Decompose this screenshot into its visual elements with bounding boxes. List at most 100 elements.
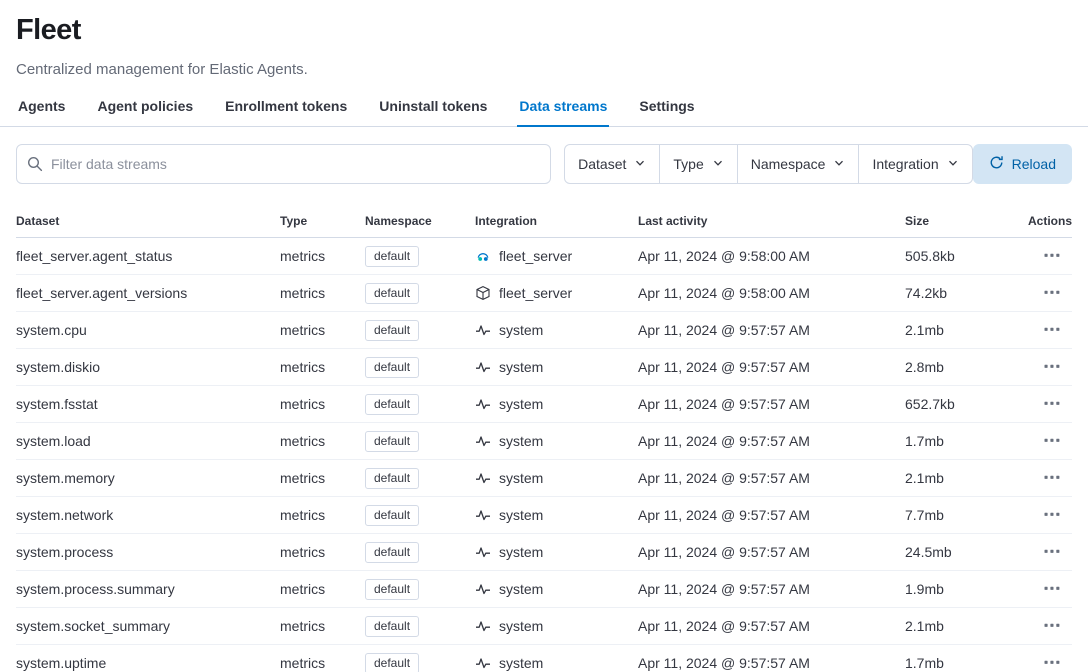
page-subtitle: Centralized management for Elastic Agent… <box>16 61 1072 78</box>
row-actions-button[interactable] <box>1040 651 1064 672</box>
cell-namespace: default <box>365 431 475 452</box>
cell-namespace: default <box>365 579 475 600</box>
cell-last-activity: Apr 11, 2024 @ 9:57:57 AM <box>638 433 905 449</box>
integration-label: system <box>499 396 543 412</box>
boxes-horizontal-icon <box>1044 543 1060 562</box>
row-actions-button[interactable] <box>1040 614 1064 638</box>
row-actions-button[interactable] <box>1040 392 1064 416</box>
row-actions-button[interactable] <box>1040 577 1064 601</box>
column-header-last-activity: Last activity <box>638 214 905 228</box>
cell-type: metrics <box>280 618 365 634</box>
cell-integration: system <box>475 322 638 338</box>
row-actions-button[interactable] <box>1040 318 1064 342</box>
system-icon <box>475 507 491 523</box>
row-actions-button[interactable] <box>1040 503 1064 527</box>
cell-dataset: system.memory <box>16 470 280 486</box>
cell-type: metrics <box>280 322 365 338</box>
cell-namespace: default <box>365 616 475 637</box>
boxes-horizontal-icon <box>1044 284 1060 303</box>
tab-enrollment-tokens[interactable]: Enrollment tokens <box>223 88 349 127</box>
cell-type: metrics <box>280 470 365 486</box>
filter-data-streams-input[interactable] <box>16 144 551 184</box>
cell-last-activity: Apr 11, 2024 @ 9:57:57 AM <box>638 396 905 412</box>
boxes-horizontal-icon <box>1044 469 1060 488</box>
type-filter-label: Type <box>673 156 703 172</box>
table-row: system.process.summary metrics default s… <box>16 571 1072 608</box>
cell-last-activity: Apr 11, 2024 @ 9:57:57 AM <box>638 581 905 597</box>
tab-agents[interactable]: Agents <box>16 88 67 127</box>
cell-integration: system <box>475 618 638 634</box>
integration-label: system <box>499 359 543 375</box>
boxes-horizontal-icon <box>1044 321 1060 340</box>
row-actions-button[interactable] <box>1040 429 1064 453</box>
row-actions-button[interactable] <box>1040 281 1064 305</box>
cell-integration: system <box>475 581 638 597</box>
cell-dataset: fleet_server.agent_versions <box>16 285 280 301</box>
cell-dataset: system.diskio <box>16 359 280 375</box>
tab-settings[interactable]: Settings <box>637 88 696 127</box>
table-row: system.process metrics default system Ap… <box>16 534 1072 571</box>
table-row: system.memory metrics default system Apr… <box>16 460 1072 497</box>
namespace-filter-dropdown[interactable]: Namespace <box>737 144 860 184</box>
row-actions-button[interactable] <box>1040 244 1064 268</box>
tab-agent-policies[interactable]: Agent policies <box>95 88 195 127</box>
cell-integration: system <box>475 544 638 560</box>
integration-label: system <box>499 322 543 338</box>
cell-actions <box>1012 392 1072 416</box>
cell-dataset: system.uptime <box>16 655 280 671</box>
cell-actions <box>1012 651 1072 672</box>
boxes-horizontal-icon <box>1044 617 1060 636</box>
cell-type: metrics <box>280 248 365 264</box>
cell-size: 1.9mb <box>905 581 1012 597</box>
system-icon <box>475 359 491 375</box>
cell-size: 2.1mb <box>905 618 1012 634</box>
cell-type: metrics <box>280 581 365 597</box>
reload-button[interactable]: Reload <box>973 144 1072 184</box>
table-header-row: Dataset Type Namespace Integration Last … <box>16 205 1072 238</box>
row-actions-button[interactable] <box>1040 355 1064 379</box>
boxes-horizontal-icon <box>1044 358 1060 377</box>
cell-last-activity: Apr 11, 2024 @ 9:58:00 AM <box>638 285 905 301</box>
cell-integration: system <box>475 655 638 671</box>
page-title: Fleet <box>16 14 1072 47</box>
chevron-down-icon <box>833 156 845 172</box>
cell-actions <box>1012 540 1072 564</box>
cell-type: metrics <box>280 396 365 412</box>
cell-actions <box>1012 577 1072 601</box>
chevron-down-icon <box>712 156 724 172</box>
integration-label: system <box>499 581 543 597</box>
integration-label: system <box>499 507 543 523</box>
integration-label: fleet_server <box>499 248 572 264</box>
column-header-dataset: Dataset <box>16 214 280 228</box>
type-filter-dropdown[interactable]: Type <box>659 144 737 184</box>
namespace-badge: default <box>365 431 419 452</box>
fleet-page: Fleet Centralized management for Elastic… <box>0 0 1088 672</box>
tabs-bar: Agents Agent policies Enrollment tokens … <box>0 88 1088 127</box>
namespace-badge: default <box>365 320 419 341</box>
cell-actions <box>1012 244 1072 268</box>
integration-label: system <box>499 470 543 486</box>
cell-type: metrics <box>280 285 365 301</box>
cell-integration: system <box>475 359 638 375</box>
boxes-horizontal-icon <box>1044 395 1060 414</box>
cell-integration: fleet_server <box>475 285 638 301</box>
dataset-filter-dropdown[interactable]: Dataset <box>564 144 660 184</box>
chevron-down-icon <box>947 156 959 172</box>
tab-uninstall-tokens[interactable]: Uninstall tokens <box>377 88 489 127</box>
system-icon <box>475 544 491 560</box>
cell-size: 1.7mb <box>905 655 1012 671</box>
integration-label: system <box>499 655 543 671</box>
cell-namespace: default <box>365 394 475 415</box>
cell-actions <box>1012 466 1072 490</box>
cell-namespace: default <box>365 320 475 341</box>
tab-data-streams[interactable]: Data streams <box>517 88 609 127</box>
dataset-filter-label: Dataset <box>578 156 626 172</box>
table-row: system.fsstat metrics default system Apr… <box>16 386 1072 423</box>
fleet-server-icon <box>475 248 491 264</box>
cell-namespace: default <box>365 505 475 526</box>
namespace-badge: default <box>365 246 419 267</box>
integration-filter-dropdown[interactable]: Integration <box>858 144 972 184</box>
column-header-actions: Actions <box>1012 214 1072 228</box>
row-actions-button[interactable] <box>1040 540 1064 564</box>
row-actions-button[interactable] <box>1040 466 1064 490</box>
